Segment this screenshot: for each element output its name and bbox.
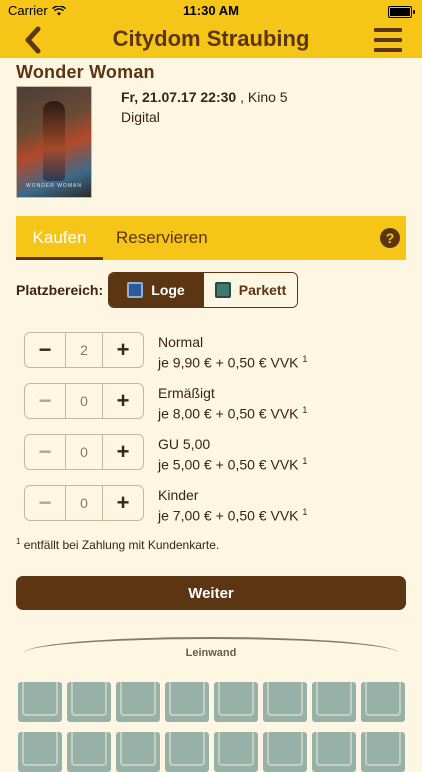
ticket-type: Normal — [158, 334, 204, 350]
footnote-text: entfällt bei Zahlung mit Kundenkarte. — [20, 538, 220, 552]
area-selector: Loge Parkett — [108, 272, 298, 308]
ticket-row: − 0 + GU 5,00 je 5,00 € + 0,50 € VVK 1 — [24, 434, 404, 473]
ticket-row: − 0 + Ermäßigt je 8,00 € + 0,50 € VVK 1 — [24, 383, 404, 422]
seat[interactable] — [361, 732, 405, 772]
footnote: 1 entfällt bei Zahlung mit Kundenkarte. — [16, 537, 219, 552]
quantity-value: 0 — [65, 486, 103, 520]
ticket-row: − 2 + Normal je 9,90 € + 0,50 € VVK 1 — [24, 332, 404, 371]
ticket-price-text: je 7,00 € + 0,50 € VVK — [158, 507, 299, 524]
ticket-row: − 0 + Kinder je 7,00 € + 0,50 € VVK 1 — [24, 485, 404, 524]
ticket-price-text: je 9,90 € + 0,50 € VVK — [158, 354, 299, 371]
decrement-button[interactable]: − — [25, 486, 65, 520]
back-button[interactable] — [20, 26, 50, 54]
showtime: Fr, 21.07.17 22:30 , Kino 5 — [121, 89, 288, 105]
ticket-type: Kinder — [158, 487, 199, 503]
seat[interactable] — [312, 682, 356, 722]
seat[interactable] — [116, 732, 160, 772]
footnote-ref: 1 — [302, 507, 308, 517]
hamburger-bar — [374, 38, 402, 42]
footnote-ref: 1 — [302, 354, 308, 364]
decrement-button[interactable]: − — [25, 333, 65, 367]
seat[interactable] — [18, 682, 62, 722]
tab-buy[interactable]: Kaufen — [16, 216, 103, 260]
help-icon[interactable]: ? — [380, 228, 400, 248]
showtime-date: Fr, 21.07.17 22:30 — [121, 89, 237, 105]
footnote-ref: 1 — [302, 405, 308, 415]
seat-blue-icon — [127, 282, 144, 298]
quantity-stepper: − 0 + — [24, 434, 144, 470]
seat[interactable] — [263, 732, 307, 772]
seat[interactable] — [165, 732, 209, 772]
area-option-parkett[interactable]: Parkett — [203, 273, 297, 307]
decrement-button[interactable]: − — [25, 435, 65, 469]
movie-title: Wonder Woman — [16, 62, 155, 82]
area-option-label: Loge — [151, 282, 185, 298]
quantity-value: 2 — [65, 333, 103, 367]
continue-button[interactable]: Weiter — [16, 576, 406, 610]
seat[interactable] — [263, 682, 307, 722]
screen-label: Leinwand — [185, 647, 237, 659]
increment-button[interactable]: + — [103, 486, 143, 520]
status-bar: Carrier 11:30 AM — [0, 0, 422, 22]
ticket-price: je 9,90 € + 0,50 € VVK 1 — [158, 354, 307, 371]
seat[interactable] — [67, 732, 111, 772]
hamburger-menu-icon — [374, 28, 402, 32]
ticket-type: GU 5,00 — [158, 436, 211, 452]
seat[interactable] — [361, 682, 405, 722]
decrement-button[interactable]: − — [25, 384, 65, 418]
seat[interactable] — [116, 682, 160, 722]
navigation-bar: Citydom Straubing — [0, 22, 422, 58]
poster-figure — [43, 101, 65, 181]
tab-reserve[interactable]: Reservieren — [116, 216, 208, 260]
increment-button[interactable]: + — [103, 333, 143, 367]
seat[interactable] — [67, 682, 111, 722]
movie-poster: WONDER WOMAN — [16, 86, 92, 198]
showtime-format: Digital — [121, 109, 160, 125]
ticket-type: Ermäßigt — [158, 385, 215, 401]
increment-button[interactable]: + — [103, 435, 143, 469]
seat[interactable] — [312, 732, 356, 772]
battery-icon — [388, 6, 415, 18]
increment-button[interactable]: + — [103, 384, 143, 418]
ticket-price: je 5,00 € + 0,50 € VVK 1 — [158, 456, 307, 473]
seat[interactable] — [214, 732, 258, 772]
seat-green-icon — [214, 282, 231, 298]
ticket-price-text: je 8,00 € + 0,50 € VVK — [158, 405, 299, 422]
quantity-stepper: − 0 + — [24, 383, 144, 419]
status-time: 11:30 AM — [183, 3, 239, 18]
ticket-price: je 8,00 € + 0,50 € VVK 1 — [158, 405, 307, 422]
quantity-stepper: − 0 + — [24, 485, 144, 521]
poster-caption: WONDER WOMAN — [26, 183, 82, 189]
footnote-ref: 1 — [302, 456, 308, 466]
area-option-label: Parkett — [238, 282, 287, 298]
ticket-price: je 7,00 € + 0,50 € VVK 1 — [158, 507, 307, 524]
ticket-price-text: je 5,00 € + 0,50 € VVK — [158, 456, 299, 473]
seat[interactable] — [165, 682, 209, 722]
seat[interactable] — [214, 682, 258, 722]
page-title: Citydom Straubing — [112, 26, 310, 51]
showtime-hall: , Kino 5 — [240, 89, 288, 105]
purchase-tabs: Kaufen Reservieren ? — [16, 216, 406, 260]
hamburger-bar — [374, 48, 402, 52]
quantity-stepper: − 2 + — [24, 332, 144, 368]
chevron-left-icon — [25, 26, 41, 54]
area-option-loge[interactable]: Loge — [109, 273, 203, 307]
menu-button[interactable] — [374, 28, 402, 52]
quantity-value: 0 — [65, 435, 103, 469]
seat[interactable] — [18, 732, 62, 772]
area-label: Platzbereich: — [16, 282, 104, 298]
quantity-value: 0 — [65, 384, 103, 418]
